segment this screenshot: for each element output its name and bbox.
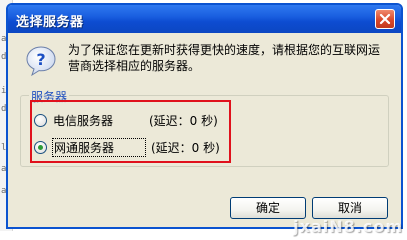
close-button[interactable]	[375, 9, 395, 29]
close-icon	[379, 13, 391, 25]
dialog-titlebar[interactable]: 选择服务器	[8, 5, 401, 33]
svg-text:?: ?	[36, 50, 45, 69]
ok-button[interactable]: 确定	[230, 197, 306, 219]
cancel-button[interactable]: 取消	[312, 197, 388, 219]
highlight-annotation	[30, 100, 231, 163]
dialog-message: 为了保证您在更新时获得更快的速度，请根据您的互联网运营商选择相应的服务器。	[68, 43, 381, 73]
question-icon: ?	[26, 46, 56, 77]
select-server-dialog: 选择服务器 ? 为了保证您在更新时获得更快的速度，请根据您的互联网运营商选择相应…	[6, 3, 403, 229]
dialog-title: 选择服务器	[16, 15, 84, 30]
watermark: jxaiN8.com	[293, 217, 403, 236]
